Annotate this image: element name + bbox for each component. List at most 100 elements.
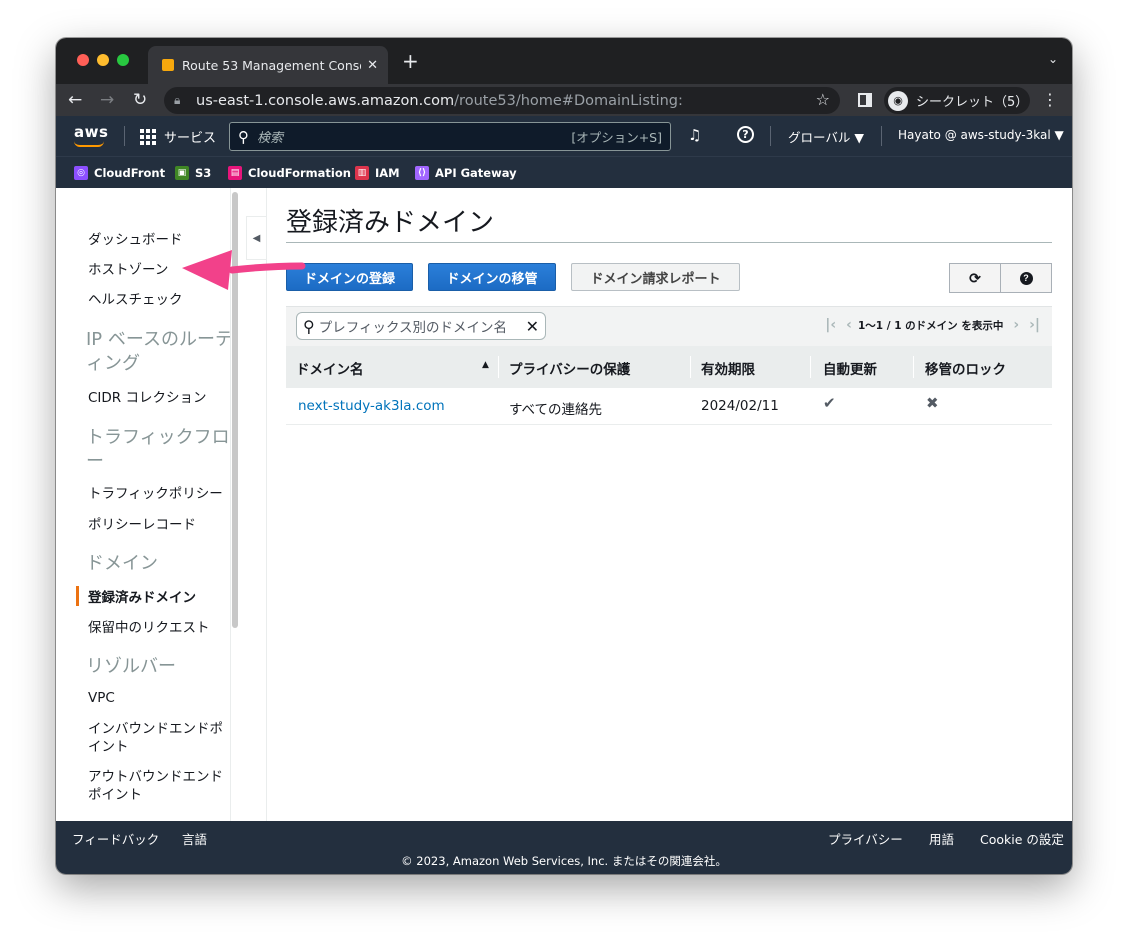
back-arrow-icon[interactable]: ← bbox=[68, 90, 82, 110]
column-auto-renew[interactable]: 自動更新 bbox=[823, 358, 877, 378]
transfer-domain-button[interactable]: ドメインの移管 bbox=[428, 263, 556, 291]
sidebar-item-outbound-endpoints[interactable]: アウトバウンドエンドポイント bbox=[88, 768, 230, 804]
search-icon: ⚲ bbox=[303, 316, 315, 336]
favorite-cloudformation[interactable]: ▤ CloudFormation bbox=[228, 166, 351, 180]
aws-search-input[interactable]: ⚲ 検索 [オプション+S] bbox=[229, 122, 671, 151]
aws-smile-icon bbox=[74, 141, 104, 147]
close-window-button[interactable] bbox=[77, 54, 89, 66]
url-path: /route53/home#DomainListing: bbox=[454, 92, 683, 109]
domain-billing-report-button[interactable]: ドメイン請求レポート bbox=[571, 263, 740, 291]
tab-search-chevron-icon[interactable]: ⌄ bbox=[1048, 52, 1058, 66]
search-icon: ⚲ bbox=[238, 127, 249, 146]
region-selector[interactable]: グローバル ▼ bbox=[788, 127, 864, 146]
help-icon[interactable]: ? bbox=[737, 126, 754, 143]
sidebar-item-health-checks[interactable]: ヘルスチェック bbox=[88, 288, 183, 308]
filter-bar: ⚲ プレフィックス別のドメイン名 ✕ |‹ ‹ 1〜1 / 1 のドメイン を表… bbox=[286, 306, 1052, 346]
clear-filter-icon[interactable]: ✕ bbox=[526, 317, 539, 336]
favorite-iam[interactable]: ▥ IAM bbox=[355, 166, 400, 180]
iam-icon: ▥ bbox=[355, 166, 369, 180]
column-separator bbox=[498, 356, 499, 378]
sidebar-item-cidr-collections[interactable]: CIDR コレクション bbox=[88, 386, 206, 406]
column-expiration[interactable]: 有効期限 bbox=[701, 358, 755, 378]
zoom-window-button[interactable] bbox=[117, 54, 129, 66]
pagination: |‹ ‹ 1〜1 / 1 のドメイン を表示中 › ›| bbox=[817, 317, 1040, 333]
domain-name-link[interactable]: next-study-ak3la.com bbox=[298, 398, 445, 414]
column-domain-name[interactable]: ドメイン名 bbox=[296, 358, 364, 378]
account-menu[interactable]: Hayato @ aws-study-3kal ▼ bbox=[898, 128, 1064, 142]
sidebar-item-vpc[interactable]: VPC bbox=[88, 690, 115, 706]
incognito-icon: ◉ bbox=[888, 90, 908, 111]
reload-icon[interactable]: ↻ bbox=[133, 90, 147, 110]
feedback-link[interactable]: フィードバック bbox=[72, 829, 159, 848]
column-privacy[interactable]: プライバシーの保護 bbox=[509, 358, 630, 378]
help-button[interactable]: ? bbox=[1000, 263, 1052, 293]
sidebar-item-registered-domains[interactable]: 登録済みドメイン bbox=[88, 586, 196, 606]
aws-logo[interactable]: aws bbox=[74, 123, 108, 147]
browser-menu-icon[interactable]: ⋮ bbox=[1042, 91, 1058, 109]
pagination-text: 1〜1 / 1 のドメイン を表示中 bbox=[857, 319, 1004, 332]
search-shortcut-hint: [オプション+S] bbox=[571, 130, 662, 145]
refresh-button[interactable]: ⟳ bbox=[949, 263, 1001, 293]
sidebar-section-resolver: リゾルバー bbox=[86, 656, 176, 677]
table-header: ドメイン名 ▲ プライバシーの保護 有効期限 自動更新 移管のロック bbox=[286, 346, 1052, 388]
cross-icon: ✖ bbox=[926, 394, 939, 412]
side-panel-icon[interactable] bbox=[858, 93, 872, 107]
table-row[interactable]: next-study-ak3la.com すべての連絡先 2024/02/11 … bbox=[286, 388, 1052, 425]
lock-icon: 🔒︎ bbox=[174, 93, 181, 107]
sidebar-item-policy-records[interactable]: ポリシーレコード bbox=[88, 513, 196, 533]
search-placeholder: 検索 bbox=[257, 131, 284, 146]
incognito-profile-button[interactable]: ◉ シークレット（5） bbox=[884, 87, 1030, 114]
favorite-api-gateway[interactable]: ⟨⟩ API Gateway bbox=[415, 166, 517, 180]
active-indicator bbox=[76, 586, 79, 606]
column-separator bbox=[690, 356, 691, 378]
minimize-window-button[interactable] bbox=[97, 54, 109, 66]
favorite-s3[interactable]: ▣ S3 bbox=[175, 166, 211, 180]
address-bar[interactable]: 🔒︎ us-east-1.console.aws.amazon.com/rout… bbox=[164, 87, 840, 114]
privacy-cell: すべての連絡先 bbox=[509, 402, 603, 418]
bookmark-star-icon[interactable]: ☆ bbox=[816, 90, 830, 109]
next-page-icon[interactable]: › bbox=[1013, 317, 1019, 333]
close-tab-icon[interactable]: ✕ bbox=[367, 58, 378, 73]
refresh-icon: ⟳ bbox=[969, 269, 981, 286]
sidebar-item-hosted-zones[interactable]: ホストゾーン bbox=[88, 258, 168, 278]
cookie-settings-link[interactable]: Cookie の設定 bbox=[980, 829, 1064, 848]
favorite-label: CloudFormation bbox=[248, 166, 351, 180]
header-separator bbox=[881, 126, 882, 146]
column-separator bbox=[810, 356, 811, 378]
services-grid-icon bbox=[140, 128, 156, 145]
incognito-label: シークレット（5） bbox=[916, 95, 1029, 110]
services-menu-button[interactable]: サービス bbox=[140, 127, 216, 146]
sidebar-item-inbound-endpoints[interactable]: インバウンドエンドポイント bbox=[88, 720, 230, 756]
domain-filter-input[interactable]: ⚲ プレフィックス別のドメイン名 ✕ bbox=[296, 312, 546, 340]
sidebar-scrollbar[interactable] bbox=[232, 192, 238, 628]
new-tab-button[interactable]: + bbox=[402, 50, 419, 72]
browser-tab[interactable]: Route 53 Management Console ✕ bbox=[148, 46, 388, 84]
sidebar-section-traffic-flow[interactable]: トラフィックフロー bbox=[86, 426, 230, 474]
collapse-sidebar-icon[interactable]: ◀ bbox=[246, 216, 266, 260]
sidebar-item-traffic-policies[interactable]: トラフィックポリシー bbox=[88, 482, 223, 502]
checkmark-icon: ✔ bbox=[823, 394, 836, 412]
bell-icon[interactable]: ♫ bbox=[688, 126, 701, 144]
cloudformation-icon: ▤ bbox=[228, 166, 242, 180]
sidebar-section-ip-routing[interactable]: IP ベースのルーティング bbox=[86, 328, 230, 376]
previous-page-icon[interactable]: ‹ bbox=[846, 317, 852, 333]
page-title: 登録済みドメイン bbox=[286, 208, 495, 238]
column-transfer-lock[interactable]: 移管のロック bbox=[925, 358, 1006, 378]
sidebar-item-dashboard[interactable]: ダッシュボード bbox=[88, 228, 183, 248]
aws-header: aws サービス ⚲ 検索 [オプション+S] ♫ ? グローバル ▼ Haya… bbox=[56, 116, 1072, 156]
forward-arrow-icon[interactable]: → bbox=[100, 90, 114, 110]
main-divider bbox=[266, 188, 267, 821]
sidebar-item-pending-requests[interactable]: 保留中のリクエスト bbox=[88, 616, 210, 636]
privacy-link[interactable]: プライバシー bbox=[828, 829, 903, 848]
favorite-label: S3 bbox=[195, 166, 212, 180]
sort-ascending-icon[interactable]: ▲ bbox=[482, 360, 489, 370]
register-domain-button[interactable]: ドメインの登録 bbox=[286, 263, 413, 291]
language-link[interactable]: 言語 bbox=[182, 829, 207, 848]
first-page-icon[interactable]: |‹ bbox=[825, 317, 836, 333]
favorite-label: API Gateway bbox=[435, 166, 517, 180]
help-circle-icon: ? bbox=[1019, 271, 1033, 285]
last-page-icon[interactable]: ›| bbox=[1029, 317, 1040, 333]
terms-link[interactable]: 用語 bbox=[929, 829, 954, 848]
favorite-cloudfront[interactable]: ◎ CloudFront bbox=[74, 166, 165, 180]
api-gateway-icon: ⟨⟩ bbox=[415, 166, 429, 180]
